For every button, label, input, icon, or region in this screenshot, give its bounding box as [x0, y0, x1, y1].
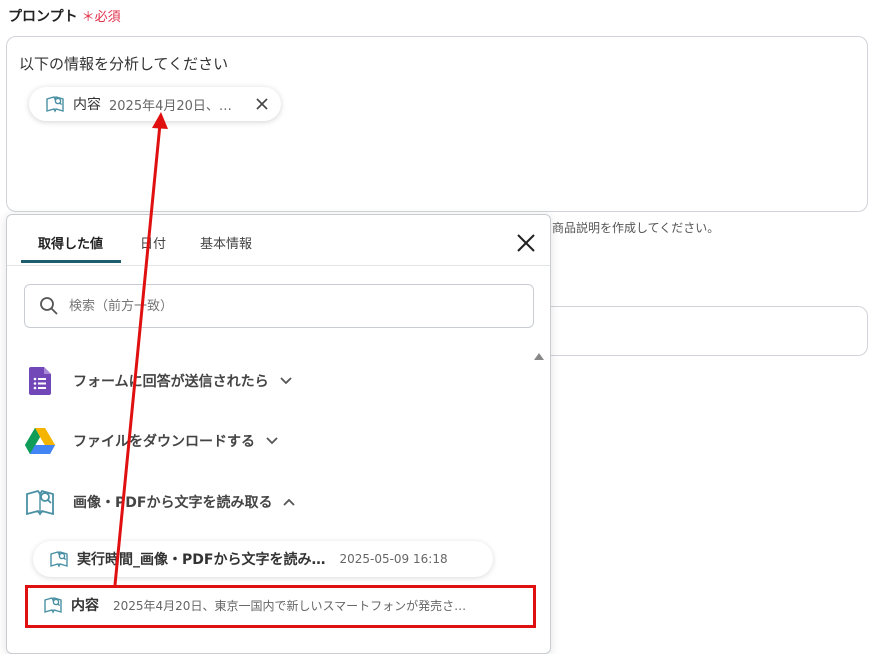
required-asterisk: ＊	[81, 10, 95, 25]
group-label: フォームに回答が送信されたら	[73, 374, 269, 390]
ocr-book-icon	[46, 96, 64, 113]
tab-basic-info[interactable]: 基本情報	[200, 233, 252, 252]
required-text: 必須	[94, 10, 121, 25]
search-box[interactable]	[24, 284, 534, 328]
prompt-text: 以下の情報を分析してください	[19, 55, 229, 73]
chevron-down-icon	[279, 377, 292, 385]
group-label: 画像・PDFから文字を読み取る	[73, 495, 273, 511]
prompt-textarea[interactable]: 以下の情報を分析してください 内容 2025年4月20日、…	[6, 36, 868, 212]
chevron-down-icon	[266, 437, 278, 445]
group-form-submitted[interactable]: フォームに回答が送信されたら	[25, 363, 293, 399]
background-input-field[interactable]	[545, 306, 868, 356]
prompt-field-label: プロンプト ＊必須	[8, 6, 121, 26]
google-drive-icon	[25, 426, 55, 456]
ocr-book-icon	[50, 551, 68, 568]
search-icon	[40, 297, 58, 315]
group-download-file[interactable]: ファイルをダウンロードする	[25, 423, 279, 459]
chevron-up-icon	[283, 498, 296, 506]
item-name: 実行時間_画像・PDFから文字を読み…	[77, 552, 326, 568]
google-forms-icon	[25, 366, 55, 396]
variable-chip[interactable]: 内容 2025年4月20日、…	[29, 87, 281, 121]
group-label: ファイルをダウンロードする	[73, 434, 255, 450]
required-badge: ＊必須	[82, 10, 121, 25]
close-icon[interactable]	[253, 95, 271, 113]
background-hint-text: 商品説明を作成してください。	[552, 221, 720, 235]
ocr-book-icon	[25, 487, 55, 517]
chip-name: 内容	[73, 97, 101, 113]
active-tab-indicator	[21, 260, 121, 263]
item-value: 2025-05-09 16:18	[339, 552, 448, 566]
group-ocr[interactable]: 画像・PDFから文字を読み取る	[25, 484, 296, 520]
tab-retrieved-values[interactable]: 取得した値	[38, 233, 103, 252]
list-item[interactable]: 実行時間_画像・PDFから文字を読み… 2025-05-09 16:18	[33, 541, 493, 577]
annotation-highlight-box	[25, 585, 536, 628]
tab-date[interactable]: 日付	[140, 233, 166, 252]
close-icon[interactable]	[515, 232, 537, 254]
scroll-up-arrow[interactable]	[534, 353, 544, 360]
search-input[interactable]	[67, 297, 533, 315]
label-text: プロンプト	[8, 9, 78, 25]
chip-value: 2025年4月20日、…	[109, 98, 232, 114]
panel-tabs: 取得した値 日付 基本情報	[7, 215, 550, 266]
